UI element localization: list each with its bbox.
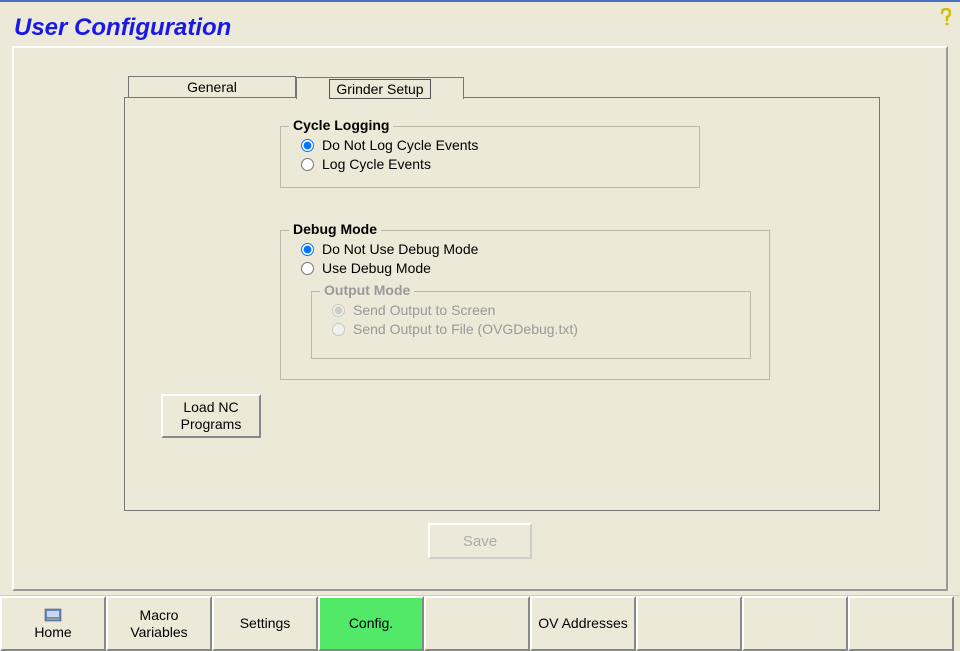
radio-no-log-cycle-input[interactable] <box>301 139 314 152</box>
tab-content: Cycle Logging Do Not Log Cycle Events Lo… <box>124 97 880 511</box>
nav-ov-addresses[interactable]: OV Addresses <box>530 596 636 651</box>
radio-output-file: Send Output to File (OVGDebug.txt) <box>332 321 738 337</box>
radio-no-debug[interactable]: Do Not Use Debug Mode <box>301 241 757 257</box>
nav-home[interactable]: Home <box>0 596 106 651</box>
radio-no-debug-input[interactable] <box>301 243 314 256</box>
nav-macro-variables[interactable]: Macro Variables <box>106 596 212 651</box>
radio-log-cycle[interactable]: Log Cycle Events <box>301 156 687 172</box>
nav-blank-1[interactable] <box>424 596 530 651</box>
tabs-container: General Grinder Setup Cycle Logging Do N… <box>124 76 880 511</box>
radio-no-log-cycle[interactable]: Do Not Log Cycle Events <box>301 137 687 153</box>
output-mode-legend: Output Mode <box>320 282 414 298</box>
radio-use-debug[interactable]: Use Debug Mode <box>301 260 757 276</box>
tab-general[interactable]: General <box>128 76 296 98</box>
radio-log-cycle-input[interactable] <box>301 158 314 171</box>
nav-blank-2[interactable] <box>636 596 742 651</box>
save-button: Save <box>428 523 532 559</box>
radio-output-screen: Send Output to Screen <box>332 302 738 318</box>
cycle-logging-group: Cycle Logging Do Not Log Cycle Events Lo… <box>280 126 700 188</box>
cycle-logging-legend: Cycle Logging <box>289 117 393 133</box>
home-icon <box>43 607 63 623</box>
debug-mode-group: Debug Mode Do Not Use Debug Mode Use Deb… <box>280 230 770 380</box>
tab-grinder-setup[interactable]: Grinder Setup <box>296 77 464 99</box>
main-panel: General Grinder Setup Cycle Logging Do N… <box>12 46 948 591</box>
radio-output-screen-input <box>332 304 345 317</box>
bottom-nav: Home Macro Variables Settings Config. OV… <box>0 595 960 651</box>
radio-use-debug-input[interactable] <box>301 262 314 275</box>
nav-config[interactable]: Config. <box>318 596 424 651</box>
radio-output-file-input <box>332 323 345 336</box>
nav-blank-3[interactable] <box>742 596 848 651</box>
load-nc-programs-button[interactable]: Load NC Programs <box>161 394 261 438</box>
debug-mode-legend: Debug Mode <box>289 221 381 237</box>
output-mode-group: Output Mode Send Output to Screen Send O… <box>311 291 751 359</box>
page-title: User Configuration <box>14 14 231 42</box>
nav-settings[interactable]: Settings <box>212 596 318 651</box>
help-icon[interactable] <box>938 8 954 28</box>
nav-blank-4[interactable] <box>848 596 954 651</box>
